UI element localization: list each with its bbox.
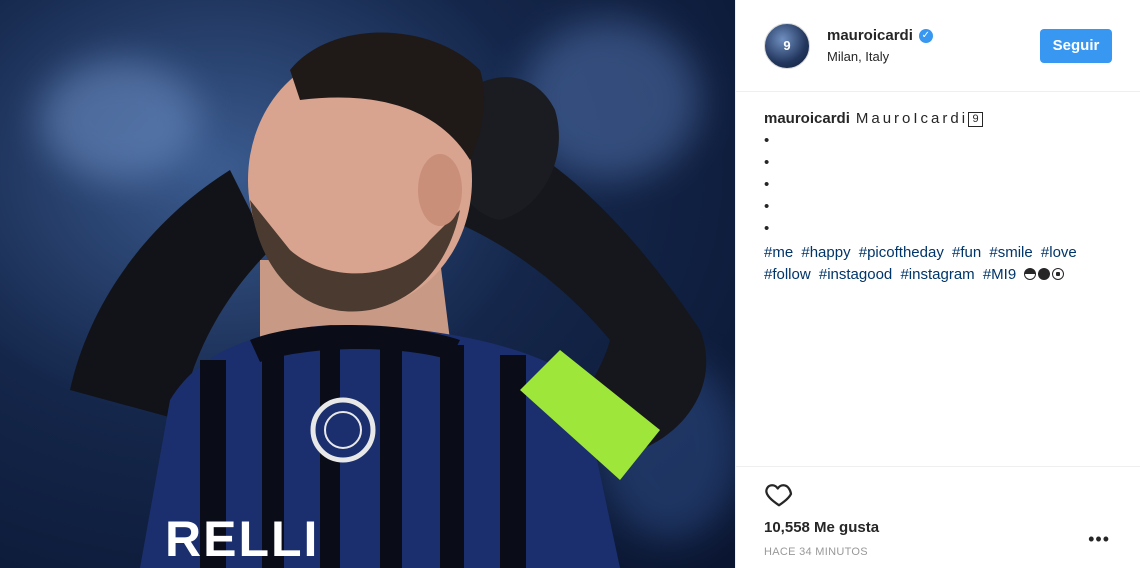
hashtag-link[interactable]: #smile [989,244,1032,261]
username-link[interactable]: mauroicardi [827,27,913,44]
post-header: 9 mauroicardi ✓ Milan, Italy Seguir [736,0,1140,92]
caption-bullets: • • • • • [764,130,1112,240]
bullet-item: • [764,198,770,215]
avatar-badge: 9 [783,38,791,53]
post-timestamp[interactable]: HACE 34 MINUTOS [764,546,1112,558]
hashtag-link[interactable]: #instagram [900,266,974,283]
user-info: mauroicardi ✓ Milan, Italy [827,27,1040,64]
bullet-item: • [764,176,770,193]
hashtag-link[interactable]: #MI9 [983,266,1016,283]
verified-badge-icon: ✓ [918,28,933,43]
hashtag-link[interactable]: #love [1041,244,1077,261]
caption-first-line: mauroicardi MauroIcardi 9 [764,108,1112,130]
instagram-post: RELLI 9 mauroicardi ✓ Milan, Italy Segui… [0,0,1140,568]
hashtag-link[interactable]: #me [764,244,793,261]
location-link[interactable]: Milan, Italy [827,49,1040,64]
hashtag-link[interactable]: #fun [952,244,981,261]
number-nine-badge: 9 [968,112,984,127]
post-footer: 10,558 Me gusta HACE 34 MINUTOS ••• [736,466,1140,558]
bullet-item: • [764,154,770,171]
post-details-panel: 9 mauroicardi ✓ Milan, Italy Seguir maur… [735,0,1140,568]
hashtag-link[interactable]: #follow [764,266,811,283]
caption-username-link[interactable]: mauroicardi [764,110,850,127]
hashtags: #me #happy #picoftheday #fun #smile #lov… [764,242,1112,286]
player-figure [70,32,707,568]
like-heart-icon[interactable] [764,479,794,509]
hashtag-line-1: #me #happy #picoftheday #fun #smile #lov… [764,242,1112,264]
more-options-button[interactable]: ••• [1088,529,1110,550]
follow-button[interactable]: Seguir [1040,28,1112,63]
caption-emojis [1024,268,1065,280]
soccer-ball-emoji-icon [1052,268,1065,280]
avatar[interactable]: 9 [764,22,810,69]
caption-name: MauroIcardi [855,110,969,127]
hashtag-link[interactable]: #happy [801,244,850,261]
username-row: mauroicardi ✓ [827,27,1040,44]
hashtag-link[interactable]: #picoftheday [859,244,944,261]
half-ball-emoji-icon [1024,268,1037,280]
bullet-item: • [764,132,770,149]
likes-count[interactable]: 10,558 Me gusta [764,519,1112,536]
jersey-sponsor-text: RELLI [165,511,320,567]
post-photo[interactable]: RELLI [0,0,735,568]
bullet-item: • [764,220,770,237]
hashtag-line-2: #follow #instagood #instagram #MI9 [764,264,1112,286]
black-circle-emoji-icon [1038,268,1051,280]
hashtag-link[interactable]: #instagood [819,266,892,283]
post-caption: mauroicardi MauroIcardi 9 • • • • • #me #h… [736,92,1140,286]
